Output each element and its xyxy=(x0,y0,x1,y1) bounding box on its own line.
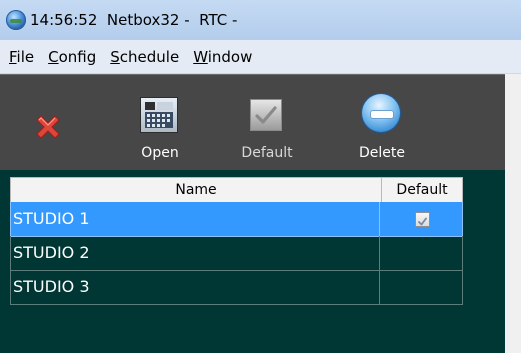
menu-schedule[interactable]: Schedule xyxy=(110,48,179,66)
menu-bar: File Config Schedule Window xyxy=(0,40,521,74)
grid-header: Name Default xyxy=(10,177,463,203)
toolbar: Open Default Delete xyxy=(0,74,505,171)
menu-config-accel: C xyxy=(48,47,59,66)
menu-window-label: indow xyxy=(207,47,253,66)
open-button[interactable]: Open xyxy=(120,75,200,171)
row-name-cell[interactable]: STUDIO 1 xyxy=(11,202,380,236)
close-button[interactable] xyxy=(14,75,74,171)
checkmark-icon xyxy=(250,99,282,131)
menu-config-label: onfig xyxy=(58,47,97,66)
table-row[interactable]: STUDIO 2 xyxy=(10,236,463,271)
row-name-cell[interactable]: STUDIO 3 xyxy=(11,270,380,304)
checkbox-tick-glyph xyxy=(418,217,427,226)
app-globe-icon[interactable] xyxy=(6,10,26,30)
menu-file-label: ile xyxy=(16,47,35,66)
minus-circle-icon xyxy=(362,94,400,132)
menu-schedule-accel: S xyxy=(110,47,120,66)
right-edge-panel xyxy=(505,74,521,353)
studio-grid: Name Default STUDIO 1 STUDIO 2 STUDIO 3 xyxy=(10,177,463,305)
open-grid-glyph xyxy=(145,102,173,128)
default-checkbox-icon[interactable] xyxy=(415,212,430,227)
menu-config[interactable]: Config xyxy=(48,48,96,66)
row-name-cell[interactable]: STUDIO 2 xyxy=(11,236,380,270)
column-header-default[interactable]: Default xyxy=(382,178,462,202)
table-row[interactable]: STUDIO 3 xyxy=(10,270,463,305)
row-default-cell[interactable] xyxy=(382,202,462,236)
close-icon xyxy=(36,115,60,139)
menu-window-accel: W xyxy=(193,47,208,66)
delete-button[interactable]: Delete xyxy=(342,75,422,171)
title-bar: 14:56:52 Netbox32 - RTC - xyxy=(0,0,521,40)
open-button-label: Open xyxy=(141,145,179,161)
default-button[interactable]: Default xyxy=(227,75,307,171)
checkmark-glyph xyxy=(255,106,277,124)
menu-file[interactable]: File xyxy=(9,48,34,66)
menu-window[interactable]: Window xyxy=(193,48,252,66)
row-default-cell[interactable] xyxy=(382,236,462,270)
menu-file-accel: F xyxy=(9,47,17,66)
open-grid-icon xyxy=(140,97,178,133)
table-row[interactable]: STUDIO 1 xyxy=(10,202,463,237)
row-default-cell[interactable] xyxy=(382,270,462,304)
window-title: 14:56:52 Netbox32 - RTC - xyxy=(30,11,238,29)
delete-button-label: Delete xyxy=(359,145,405,161)
default-button-label: Default xyxy=(241,145,293,161)
column-header-name[interactable]: Name xyxy=(11,178,382,202)
menu-schedule-label: chedule xyxy=(119,47,180,66)
